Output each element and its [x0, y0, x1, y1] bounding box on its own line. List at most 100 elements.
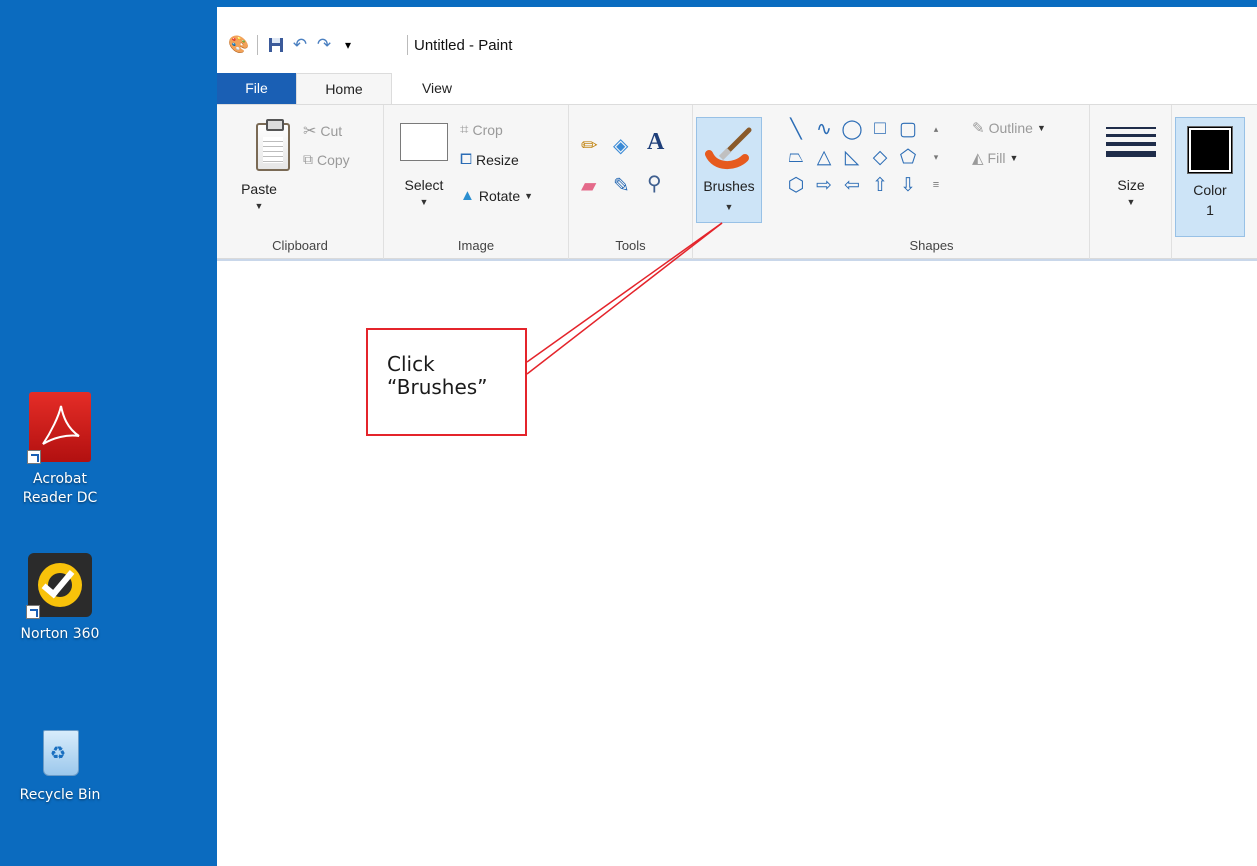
paste-label: Paste	[241, 181, 277, 197]
magnifier-icon[interactable]: ⚲	[647, 171, 662, 196]
diamond-shape-icon[interactable]: ◇	[868, 146, 892, 168]
size-lines-icon	[1106, 127, 1156, 162]
paste-dropdown-icon[interactable]: ▼	[231, 201, 287, 211]
fill-bucket-icon[interactable]: ◈	[613, 133, 628, 158]
text-tool-icon[interactable]: A	[647, 129, 664, 156]
redo-icon[interactable]: ↷	[312, 34, 336, 56]
tab-view[interactable]: View	[392, 73, 482, 104]
rounded-rectangle-shape-icon[interactable]: ▢	[896, 118, 920, 140]
scissors-icon: ✂	[303, 123, 317, 140]
scroll-down-icon[interactable]: ▾	[924, 146, 948, 168]
brushes-button[interactable]: Brushes ▼	[696, 117, 762, 223]
left-arrow-shape-icon[interactable]: ⇦	[840, 174, 864, 196]
size-dropdown-icon[interactable]: ▼	[1096, 197, 1166, 207]
eraser-icon[interactable]: ▰	[581, 173, 596, 198]
color1-swatch	[1187, 126, 1233, 174]
copy-label: Copy	[317, 151, 350, 168]
oval-shape-icon[interactable]: ◯	[840, 118, 864, 140]
color1-label-line2: 1	[1206, 202, 1214, 218]
select-icon	[400, 123, 448, 161]
desktop-icon-acrobat[interactable]: Acrobat Reader DC	[8, 392, 112, 508]
color1-label-line1: Color	[1193, 182, 1227, 198]
select-label: Select	[404, 177, 444, 193]
rectangle-shape-icon[interactable]: □	[868, 118, 892, 140]
crop-label: Crop	[472, 121, 503, 138]
brushes-dropdown-icon[interactable]: ▼	[697, 202, 761, 212]
curve-shape-icon[interactable]: ∿	[812, 118, 836, 140]
polygon-shape-icon[interactable]: ⏢	[784, 146, 808, 168]
outline-button[interactable]: ✎ Outline ▼	[972, 119, 1046, 137]
outline-dropdown-icon: ▼	[1036, 123, 1046, 133]
color-picker-icon[interactable]: ✎	[613, 173, 630, 198]
brush-icon	[705, 124, 753, 172]
desktop-icon-recycle-bin[interactable]: ♻ Recycle Bin	[8, 722, 112, 805]
desktop-icon-norton[interactable]: Norton 360	[8, 553, 112, 644]
line-shape-icon[interactable]: ╲	[784, 118, 808, 140]
select-button[interactable]: Select ▼	[394, 113, 454, 223]
desktop: Acrobat Reader DC Norton 360 ♻ Recycle B…	[0, 0, 217, 866]
rotate-label: Rotate	[478, 187, 521, 204]
recycle-bin-icon: ♻	[37, 722, 83, 778]
size-label: Size	[1117, 177, 1145, 193]
clipboard-icon	[256, 119, 290, 171]
group-tools: ✏ ◈ A ▰ ✎ ⚲ Tools	[569, 105, 693, 260]
pencil-icon[interactable]: ✏	[581, 133, 598, 158]
crop-button[interactable]: ⌗ Crop	[460, 121, 503, 138]
undo-icon[interactable]: ↶	[288, 34, 312, 56]
norton-label: Norton 360	[20, 626, 100, 642]
up-arrow-shape-icon[interactable]: ⇧	[868, 174, 892, 196]
clipboard-group-label: Clipboard	[272, 238, 328, 253]
rotate-button[interactable]: ▲ Rotate ▼	[460, 187, 533, 204]
copy-button[interactable]: ⧉ Copy	[303, 151, 350, 168]
size-button[interactable]: Size ▼	[1096, 113, 1166, 223]
shortcut-arrow-icon	[26, 605, 40, 619]
save-icon[interactable]	[264, 34, 288, 56]
brushes-label: Brushes	[703, 178, 755, 194]
outline-label: Outline	[988, 120, 1033, 136]
expand-gallery-icon[interactable]: ≡	[924, 174, 948, 196]
pentagon-shape-icon[interactable]: ⬠	[896, 146, 920, 168]
rotate-dropdown-icon: ▼	[524, 190, 534, 201]
tab-home[interactable]: Home	[296, 73, 392, 104]
down-arrow-shape-icon[interactable]: ⇩	[896, 174, 920, 196]
scroll-up-icon[interactable]: ▴	[924, 118, 948, 140]
ribbon-tabs: File Home View	[217, 73, 1257, 104]
fill-icon: ◭	[972, 150, 984, 167]
acrobat-label-line2: Reader DC	[22, 490, 98, 506]
paste-button[interactable]: Paste ▼	[231, 113, 290, 223]
annotation-callout: Click “Brushes”	[366, 328, 527, 436]
copy-icon: ⧉	[303, 151, 313, 167]
right-triangle-shape-icon[interactable]: ◺	[840, 146, 864, 168]
resize-label: Resize	[476, 151, 519, 168]
window-title: Untitled - Paint	[414, 37, 513, 54]
select-dropdown-icon[interactable]: ▼	[394, 197, 454, 207]
group-size: Size ▼	[1090, 105, 1172, 260]
resize-button[interactable]: ⧠ Resize	[460, 151, 519, 168]
rotate-icon: ▲	[460, 187, 475, 204]
hexagon-shape-icon[interactable]: ⬡	[784, 174, 808, 196]
quick-access-toolbar: 🎨 ↶ ↷ ▾	[227, 31, 360, 59]
resize-icon: ⧠	[460, 151, 473, 168]
shapes-gallery[interactable]: ╲ ∿ ◯ □ ▢ ▴ ⏢ △ ◺ ◇ ⬠ ▾ ⬡ ⇨ ⇦ ⇧ ⇩ ≡	[784, 115, 966, 225]
tools-group-label: Tools	[615, 238, 646, 253]
customize-qat-icon[interactable]: ▾	[336, 34, 360, 56]
title-bar: 🎨 ↶ ↷ ▾ Untitled - Paint	[217, 7, 1257, 73]
recycle-bin-label: Recycle Bin	[19, 787, 101, 803]
outline-icon: ✎	[972, 120, 985, 137]
image-group-label: Image	[457, 238, 495, 253]
cut-button[interactable]: ✂ Cut	[303, 121, 342, 141]
right-arrow-shape-icon[interactable]: ⇨	[812, 174, 836, 196]
shortcut-arrow-icon	[27, 450, 41, 464]
shapes-group-label: Shapes	[909, 238, 954, 253]
tab-file[interactable]: File	[217, 73, 296, 104]
paint-app-icon[interactable]: 🎨	[227, 34, 251, 56]
triangle-shape-icon[interactable]: △	[812, 146, 836, 168]
crop-icon: ⌗	[460, 121, 469, 138]
ribbon: Paste ▼ ✂ Cut ⧉ Copy Clipboard Select ▼ …	[217, 104, 1257, 260]
annotation-line1: Click	[387, 352, 435, 376]
color1-button[interactable]: Color 1	[1175, 117, 1245, 237]
cut-label: Cut	[320, 123, 343, 139]
fill-label: Fill	[987, 150, 1006, 166]
group-image: Select ▼ ⌗ Crop ⧠ Resize ▲ Rotate ▼ Imag…	[384, 105, 569, 260]
fill-button[interactable]: ◭ Fill ▼	[972, 149, 1018, 167]
